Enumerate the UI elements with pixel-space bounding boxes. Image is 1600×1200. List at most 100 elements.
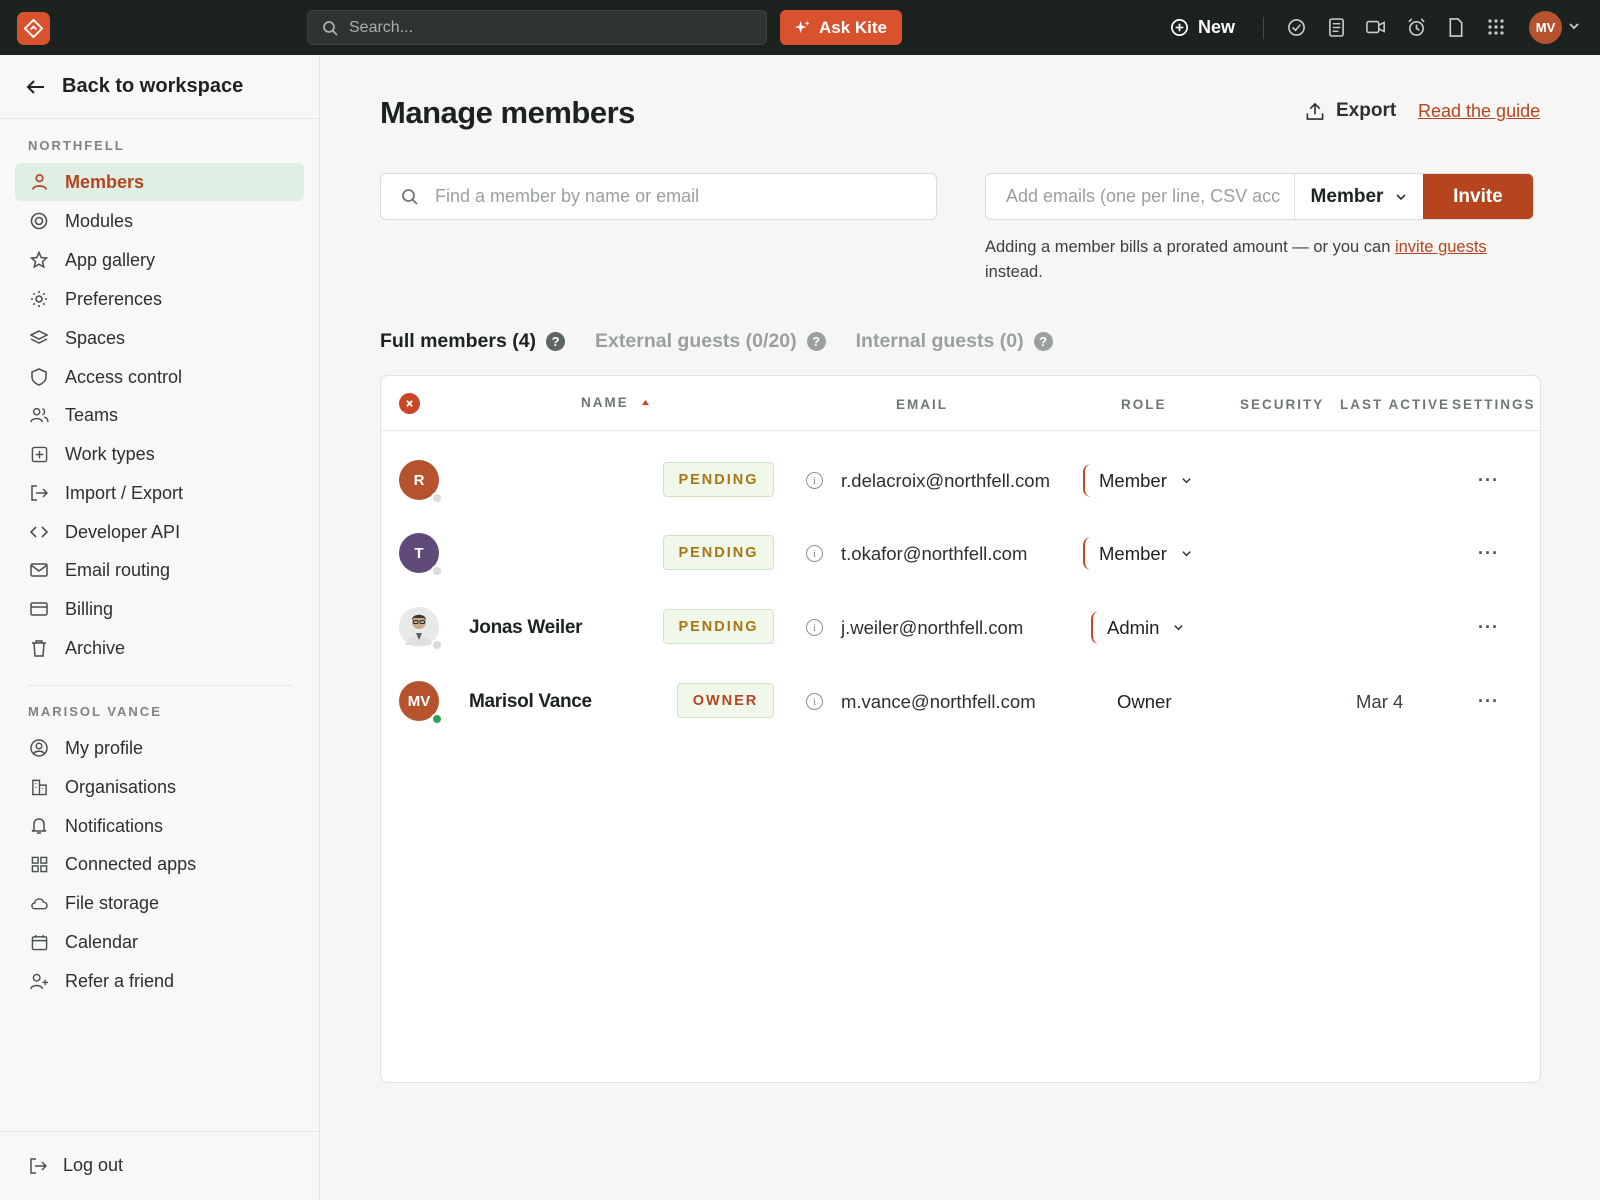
row-actions-button[interactable]: ···: [1478, 691, 1499, 712]
sidebar-item-label: Notifications: [65, 815, 164, 836]
column-name[interactable]: NAME: [581, 395, 650, 410]
role-dropdown[interactable]: Member: [1083, 537, 1192, 570]
column-role[interactable]: ROLE: [1121, 397, 1167, 412]
read-guide-link[interactable]: Read the guide: [1418, 101, 1540, 122]
sidebar-item-teams[interactable]: Teams: [15, 396, 304, 434]
invite-emails-input[interactable]: [986, 174, 1295, 219]
tab-label: Internal guests (0): [855, 330, 1024, 352]
building-icon: [29, 777, 49, 797]
role-dropdown[interactable]: Member: [1083, 464, 1192, 497]
alarm-clock-icon[interactable]: [1405, 16, 1427, 38]
calendar-icon: [29, 932, 49, 952]
member-tabs: Full members (4) ? External guests (0/20…: [380, 330, 1083, 353]
document-icon[interactable]: [1445, 16, 1467, 38]
sidebar-item-notifications[interactable]: Notifications: [15, 807, 304, 845]
user-circle-icon: [29, 738, 49, 758]
column-settings[interactable]: SETTINGS: [1452, 397, 1536, 412]
tab-full-members[interactable]: Full members (4) ?: [380, 330, 566, 353]
logout-button[interactable]: Log out: [29, 1155, 123, 1176]
invite-note-prefix: Adding a member bills a prorated amount …: [985, 238, 1395, 256]
column-email[interactable]: EMAIL: [896, 397, 948, 412]
row-actions-button[interactable]: ···: [1478, 543, 1499, 564]
sidebar-item-archive[interactable]: Archive: [15, 629, 304, 667]
topbar-separator: [1263, 17, 1264, 39]
member-search[interactable]: [380, 173, 937, 220]
table-row[interactable]: MV Marisol Vance OWNER i m.vance@northfe…: [381, 665, 1540, 737]
workspace-section-title: NORTHFELL: [28, 138, 125, 153]
chevron-down-icon[interactable]: [1568, 19, 1580, 37]
apps-grid-icon[interactable]: [1485, 16, 1507, 38]
info-icon[interactable]: i: [806, 619, 823, 636]
tab-label: External guests (0/20): [595, 330, 797, 352]
sidebar-item-organisations[interactable]: Organisations: [15, 768, 304, 806]
user-section-title: MARISOL VANCE: [28, 704, 162, 719]
check-circle-icon[interactable]: [1285, 16, 1307, 38]
sidebar-item-label: My profile: [65, 737, 144, 758]
app-logo[interactable]: [17, 12, 50, 45]
plus-circle-icon: [1171, 19, 1188, 36]
global-search[interactable]: Search...: [307, 10, 767, 45]
column-last-active[interactable]: LAST ACTIVE: [1340, 397, 1450, 412]
sidebar-item-spaces[interactable]: Spaces: [15, 319, 304, 357]
invite-button[interactable]: Invite: [1422, 174, 1533, 219]
tab-internal-guests[interactable]: Internal guests (0) ?: [856, 330, 1053, 353]
info-icon[interactable]: i: [806, 472, 823, 489]
help-icon[interactable]: ?: [546, 332, 566, 351]
new-button[interactable]: New: [1170, 10, 1235, 45]
role-value: Admin: [1107, 616, 1160, 638]
sidebar-item-label: Organisations: [65, 776, 177, 797]
tab-external-guests[interactable]: External guests (0/20) ?: [595, 330, 826, 353]
sidebar-item-members[interactable]: Members: [15, 163, 304, 201]
sidebar-item-import-export[interactable]: Import / Export: [15, 474, 304, 512]
grid-icon: [29, 854, 49, 874]
sidebar-item-label: Access control: [65, 366, 183, 387]
sidebar-item-connected-apps[interactable]: Connected apps: [15, 845, 304, 883]
status-dot: [431, 492, 443, 504]
table-row[interactable]: T PENDING i t.okafor@northfell.com Membe…: [381, 517, 1540, 589]
table-header: NAME EMAIL ROLE SECURITY LAST ACTIVE SET…: [381, 376, 1540, 431]
member-search-input[interactable]: [435, 186, 915, 207]
search-icon: [323, 20, 338, 36]
info-icon[interactable]: i: [806, 545, 823, 562]
card-icon: [29, 599, 49, 619]
sidebar-item-modules[interactable]: Modules: [15, 202, 304, 240]
table-row[interactable]: R PENDING i r.delacroix@northfell.com Me…: [381, 444, 1540, 516]
sidebar-item-refer-a-friend[interactable]: Refer a friend: [15, 962, 304, 1000]
invite-guests-link[interactable]: invite guests: [1395, 238, 1487, 256]
user-avatar[interactable]: MV: [1529, 11, 1562, 44]
row-actions-button[interactable]: ···: [1478, 470, 1499, 491]
sidebar-item-label: Members: [65, 171, 145, 192]
role-dropdown[interactable]: Admin: [1091, 611, 1184, 644]
member-email: t.okafor@northfell.com: [841, 543, 1028, 564]
table-row[interactable]: Jonas Weiler PENDING i j.weiler@northfel…: [381, 591, 1540, 663]
sidebar-item-access-control[interactable]: Access control: [15, 358, 304, 396]
chevron-down-icon: [1182, 478, 1191, 484]
sidebar-item-email-routing[interactable]: Email routing: [15, 551, 304, 589]
video-icon[interactable]: [1365, 16, 1387, 38]
help-icon[interactable]: ?: [806, 332, 826, 351]
invite-role-value: Member: [1310, 185, 1384, 207]
export-button[interactable]: Export: [1306, 100, 1396, 122]
sidebar-item-app-gallery[interactable]: App gallery: [15, 241, 304, 279]
bell-icon: [29, 816, 49, 836]
invite-role-select[interactable]: Member: [1294, 174, 1423, 219]
back-to-workspace[interactable]: Back to workspace: [26, 75, 243, 98]
last-active-value: Mar 4: [1356, 691, 1404, 712]
ask-kite-button[interactable]: Ask Kite: [780, 10, 902, 45]
members-table: NAME EMAIL ROLE SECURITY LAST ACTIVE SET…: [380, 375, 1541, 1083]
sidebar-item-preferences[interactable]: Preferences: [15, 280, 304, 318]
info-icon[interactable]: i: [806, 693, 823, 710]
column-name-label: NAME: [581, 395, 629, 410]
sidebar-item-my-profile[interactable]: My profile: [15, 729, 304, 767]
sidebar-item-work-types[interactable]: Work types: [15, 435, 304, 473]
target-icon: [29, 211, 49, 231]
sidebar-item-billing[interactable]: Billing: [15, 590, 304, 628]
help-icon[interactable]: ?: [1033, 332, 1053, 351]
notes-icon[interactable]: [1325, 16, 1347, 38]
sidebar-item-file-storage[interactable]: File storage: [15, 884, 304, 922]
sidebar-item-calendar[interactable]: Calendar: [15, 923, 304, 961]
row-actions-button[interactable]: ···: [1478, 617, 1499, 638]
column-security[interactable]: SECURITY: [1240, 397, 1324, 412]
clear-selection-icon[interactable]: [399, 393, 420, 414]
sidebar-item-developer-api[interactable]: Developer API: [15, 513, 304, 551]
